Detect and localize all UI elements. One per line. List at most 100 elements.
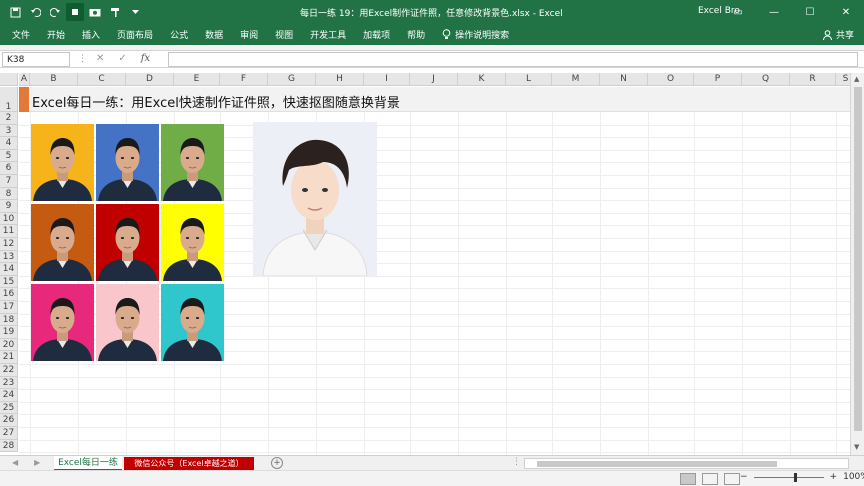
zoom-out-icon[interactable]: − bbox=[740, 472, 748, 482]
column-header[interactable]: H bbox=[316, 73, 364, 86]
row-header[interactable]: 8 bbox=[0, 187, 18, 201]
normal-view-icon[interactable] bbox=[680, 473, 696, 485]
formula-bar-grip[interactable]: ⋮ bbox=[78, 54, 87, 64]
sheet-tab-excel-daily[interactable]: Excel每日一练 bbox=[54, 456, 122, 471]
column-header[interactable]: A bbox=[19, 73, 30, 86]
zoom-slider[interactable] bbox=[753, 472, 824, 482]
column-header[interactable]: C bbox=[78, 73, 126, 86]
sheet-tab-wechat[interactable]: 微信公众号（Excel卓越之道） bbox=[124, 457, 254, 470]
add-sheet-icon[interactable]: + bbox=[271, 457, 283, 469]
redo-icon[interactable] bbox=[46, 3, 64, 21]
tab-home[interactable]: 开始 bbox=[47, 28, 65, 41]
id-photo[interactable] bbox=[161, 124, 224, 201]
row-header[interactable]: 21 bbox=[0, 351, 18, 364]
enter-icon[interactable]: ✓ bbox=[118, 53, 126, 64]
tab-help[interactable]: 帮助 bbox=[407, 28, 425, 41]
page-break-view-icon[interactable] bbox=[724, 473, 740, 485]
share-button[interactable]: 共享 bbox=[822, 28, 854, 41]
portrait-photo-white[interactable] bbox=[253, 122, 377, 276]
column-header[interactable]: F bbox=[220, 73, 268, 86]
row-header[interactable]: 22 bbox=[0, 364, 18, 377]
zoom-in-icon[interactable]: + bbox=[830, 472, 838, 482]
scroll-up-icon[interactable]: ▲ bbox=[854, 75, 859, 83]
column-header[interactable]: G bbox=[268, 73, 316, 86]
record-icon[interactable] bbox=[66, 3, 84, 21]
format-painter-icon[interactable] bbox=[106, 3, 124, 21]
row-header[interactable]: 17 bbox=[0, 301, 18, 314]
row-header[interactable]: 12 bbox=[0, 238, 18, 251]
column-header[interactable]: K bbox=[458, 73, 506, 86]
tab-review[interactable]: 审阅 bbox=[240, 28, 258, 41]
row-header[interactable]: 20 bbox=[0, 338, 18, 352]
name-box[interactable]: K38 bbox=[2, 52, 70, 67]
row-header[interactable]: 4 bbox=[0, 137, 18, 150]
column-header[interactable]: B bbox=[30, 73, 78, 86]
prev-sheet-icon[interactable]: ◀ bbox=[12, 458, 18, 467]
id-photo[interactable] bbox=[96, 124, 159, 201]
row-header[interactable]: 24 bbox=[0, 389, 18, 402]
row-header[interactable]: 28 bbox=[0, 439, 18, 453]
row-header[interactable]: 6 bbox=[0, 162, 18, 175]
id-photo[interactable] bbox=[96, 204, 159, 281]
row-header[interactable]: 18 bbox=[0, 313, 18, 327]
id-photo[interactable] bbox=[31, 204, 94, 281]
row-header[interactable]: 9 bbox=[0, 200, 18, 213]
row-header[interactable]: 25 bbox=[0, 401, 18, 415]
horizontal-scrollbar[interactable] bbox=[524, 458, 849, 469]
worksheet-grid[interactable]: ABCDEFGHIJKLMNOPQRS 1 2 3 4 5 6 7 8 9 10 11 12 13 14 1… bbox=[0, 73, 850, 455]
column-header[interactable]: R bbox=[790, 73, 836, 86]
minimize-icon[interactable]: — bbox=[756, 0, 792, 24]
id-photo[interactable] bbox=[161, 204, 224, 281]
tab-formulas[interactable]: 公式 bbox=[170, 28, 188, 41]
tab-data[interactable]: 数据 bbox=[205, 28, 223, 41]
zoom-level[interactable]: 100% bbox=[843, 472, 864, 482]
maximize-icon[interactable]: ☐ bbox=[792, 0, 828, 24]
row-header[interactable]: 23 bbox=[0, 376, 18, 390]
vertical-scrollbar[interactable]: ▲ ▼ bbox=[850, 73, 864, 455]
save-icon[interactable] bbox=[6, 3, 24, 21]
undo-icon[interactable] bbox=[26, 3, 44, 21]
column-header[interactable]: S bbox=[836, 73, 850, 86]
tab-addins[interactable]: 加载项 bbox=[363, 28, 390, 41]
column-header[interactable]: L bbox=[506, 73, 552, 86]
row-header[interactable]: 19 bbox=[0, 326, 18, 339]
tab-insert[interactable]: 插入 bbox=[82, 28, 100, 41]
row-header[interactable]: 11 bbox=[0, 225, 18, 238]
scroll-down-icon[interactable]: ▼ bbox=[854, 443, 859, 451]
column-header[interactable]: J bbox=[410, 73, 458, 86]
column-header[interactable]: N bbox=[600, 73, 648, 86]
column-header[interactable]: O bbox=[648, 73, 694, 86]
column-header[interactable]: I bbox=[364, 73, 410, 86]
tab-page-layout[interactable]: 页面布局 bbox=[117, 28, 153, 41]
column-header[interactable]: M bbox=[552, 73, 600, 86]
row-header[interactable]: 10 bbox=[0, 212, 18, 226]
id-photo[interactable] bbox=[31, 284, 94, 361]
vertical-scroll-thumb[interactable] bbox=[854, 87, 862, 431]
row-header[interactable]: 14 bbox=[0, 263, 18, 276]
row-header[interactable]: 5 bbox=[0, 149, 18, 163]
insert-function-icon[interactable]: fx bbox=[141, 53, 150, 64]
customize-qat-icon[interactable] bbox=[126, 3, 144, 21]
title-row[interactable]: Excel每日一练：用Excel快速制作证件照，快速抠图随意换背景 bbox=[19, 87, 850, 112]
horizontal-scroll-thumb[interactable] bbox=[537, 461, 777, 467]
row-header[interactable]: 26 bbox=[0, 414, 18, 427]
camera-icon[interactable] bbox=[86, 3, 104, 21]
id-photo[interactable] bbox=[96, 284, 159, 361]
next-sheet-icon[interactable]: ▶ bbox=[34, 458, 40, 467]
row-header[interactable]: 3 bbox=[0, 124, 18, 138]
row-header[interactable]: 2 bbox=[0, 112, 18, 125]
column-header[interactable]: Q bbox=[742, 73, 790, 86]
page-layout-view-icon[interactable] bbox=[702, 473, 718, 485]
row-header[interactable]: 7 bbox=[0, 175, 18, 188]
row-header[interactable]: 15 bbox=[0, 275, 18, 289]
formula-input[interactable] bbox=[168, 52, 858, 67]
column-header[interactable]: D bbox=[126, 73, 174, 86]
close-icon[interactable]: ✕ bbox=[828, 0, 864, 24]
zoom-slider-thumb[interactable] bbox=[793, 472, 797, 482]
row-header[interactable]: 1 bbox=[0, 87, 18, 112]
tell-me-search[interactable]: 操作说明搜索 bbox=[442, 28, 509, 41]
cancel-icon[interactable]: ✕ bbox=[96, 53, 104, 64]
tab-developer[interactable]: 开发工具 bbox=[310, 28, 346, 41]
column-header[interactable]: P bbox=[694, 73, 742, 86]
id-photo[interactable] bbox=[31, 124, 94, 201]
